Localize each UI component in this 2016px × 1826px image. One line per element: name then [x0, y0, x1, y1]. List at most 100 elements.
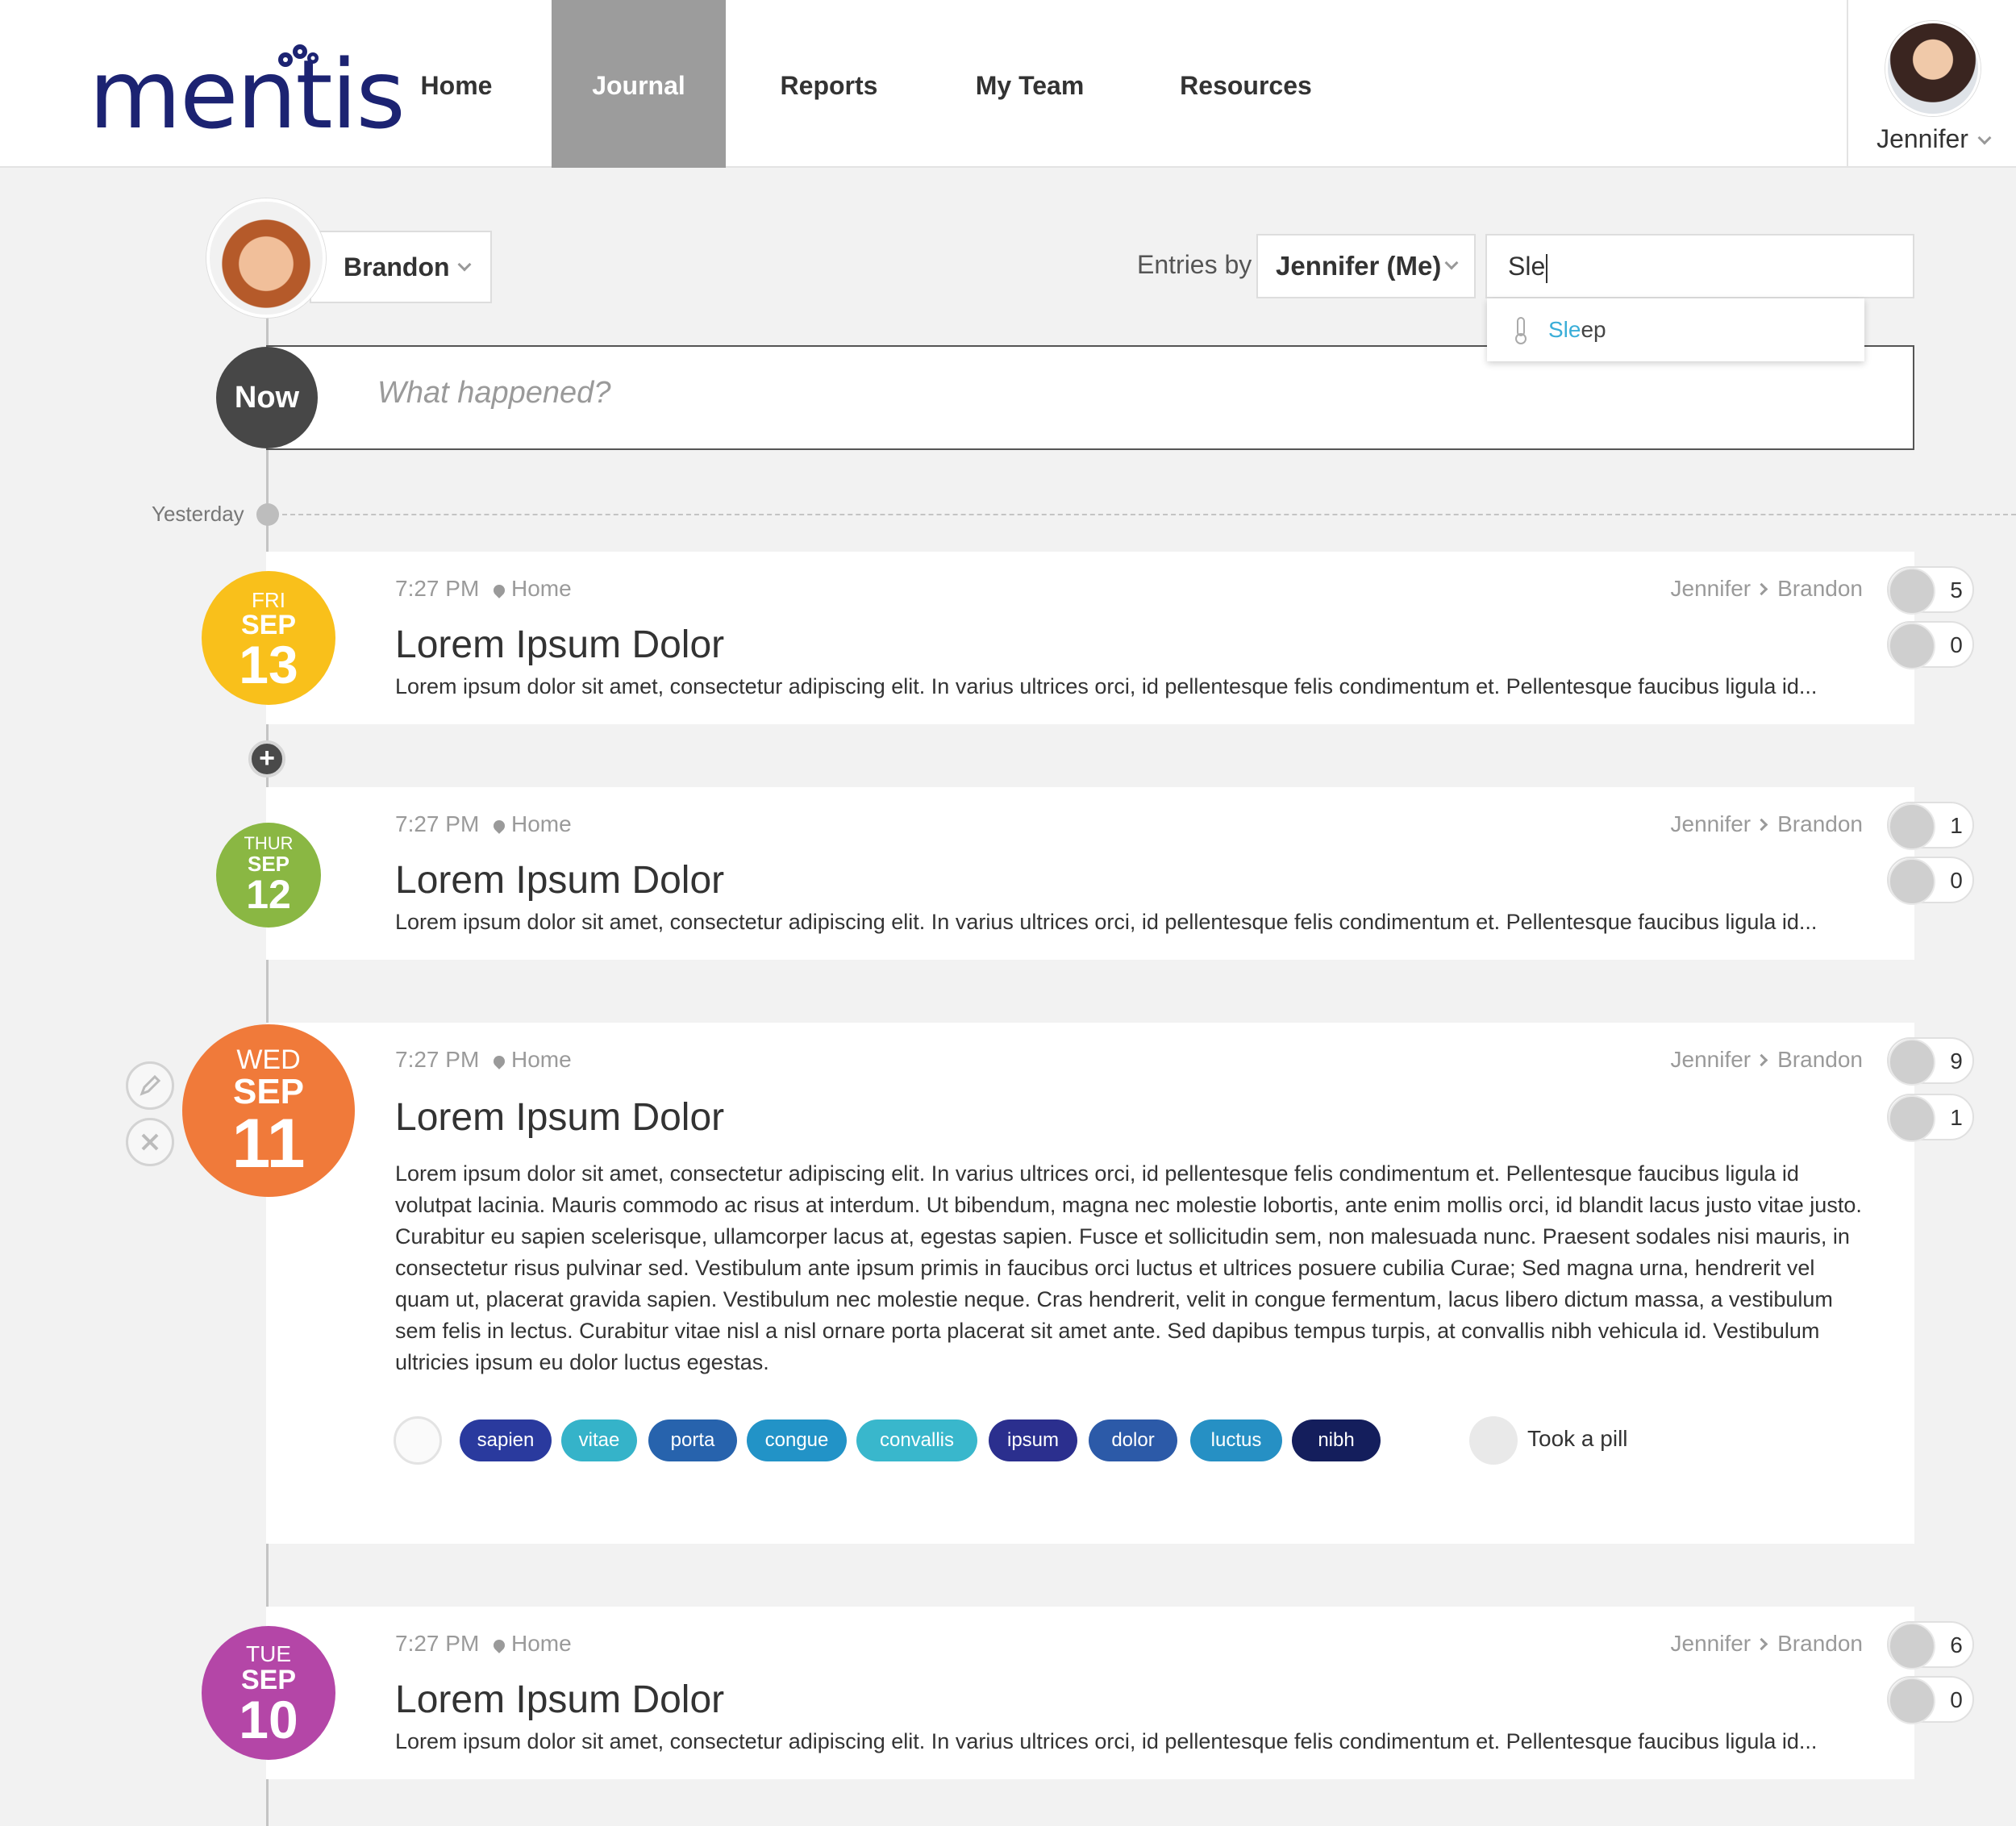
symptom-count: 5	[1950, 577, 1963, 602]
nav-resources[interactable]: Resources	[1161, 0, 1331, 168]
entry-path: Jennifer Brandon	[1671, 576, 1864, 602]
entry-time: 7:27 PM	[395, 1631, 480, 1656]
now-marker: Now	[216, 347, 318, 448]
action-label: Took a pill	[1527, 1426, 1628, 1451]
entry-from: Jennifer	[1670, 1047, 1752, 1072]
pill-icon	[1889, 623, 1935, 669]
suggestion-match: Sle	[1548, 317, 1581, 342]
search-input[interactable]: Sle	[1485, 234, 1914, 298]
add-entry-button[interactable]: +	[248, 740, 285, 778]
entry-location-text: Home	[511, 811, 572, 836]
date-dow: TUE	[246, 1641, 291, 1666]
entry-to: Brandon	[1777, 576, 1863, 601]
thermometer-icon	[1889, 568, 1935, 615]
child-avatar	[206, 198, 326, 318]
entry-path: Jennifer Brandon	[1671, 811, 1864, 837]
date-marker: THUR SEP 12	[216, 823, 321, 928]
pill-icon	[1889, 1095, 1935, 1142]
date-marker: FRI SEP 13	[202, 571, 335, 705]
location-pin-icon	[491, 818, 507, 834]
edit-button[interactable]	[126, 1061, 174, 1110]
text-cursor	[1546, 253, 1548, 283]
entry-location-text: Home	[511, 1631, 572, 1656]
tag-label: dolor	[1111, 1429, 1155, 1451]
child-name: Brandon	[344, 252, 450, 281]
pill-count-badge[interactable]: 0	[1887, 621, 1974, 669]
tag-luctus[interactable]: luctus	[1190, 1420, 1282, 1461]
tag-dolor[interactable]: dolor	[1089, 1420, 1177, 1461]
nav-my-team[interactable]: My Team	[956, 0, 1103, 168]
chevron-right-icon	[1755, 1053, 1768, 1067]
user-menu[interactable]: Jennifer	[1847, 0, 2016, 168]
tag-sapien[interactable]: sapien	[460, 1420, 552, 1461]
search-value: Sle	[1508, 252, 1546, 281]
tag-porta[interactable]: porta	[648, 1420, 737, 1461]
entry-title: Lorem Ipsum Dolor	[395, 1096, 725, 1139]
chevron-down-icon	[1977, 131, 1992, 145]
symptom-count-badge[interactable]: 1	[1887, 802, 1974, 850]
tag-ipsum[interactable]: ipsum	[989, 1420, 1077, 1461]
date-marker: WED SEP 11	[182, 1024, 355, 1197]
chevron-right-icon	[1755, 582, 1768, 596]
tag-label: sapien	[477, 1429, 535, 1451]
entry-location: Home	[491, 811, 572, 837]
symptom-count-badge[interactable]: 6	[1887, 1621, 1974, 1670]
suggestion-sleep[interactable]: Sleep	[1487, 298, 1864, 361]
entry-text: Lorem ipsum dolor sit amet, consectetur …	[395, 674, 1818, 698]
tag-vitae[interactable]: vitae	[561, 1420, 637, 1461]
chevron-right-icon	[1755, 1637, 1768, 1651]
entries-by-label: Entries by	[1137, 250, 1252, 279]
entries-by-select[interactable]: Jennifer (Me)	[1256, 234, 1476, 298]
journal-entry-expanded[interactable]: 7:27 PM Home Jennifer Brandon Lorem Ipsum…	[266, 1023, 1914, 1544]
tag-label: porta	[670, 1429, 715, 1451]
mentis-logo[interactable]: mentis	[89, 42, 406, 142]
tag-convallis[interactable]: convallis	[856, 1420, 977, 1461]
user-name-dropdown[interactable]: Jennifer	[1848, 124, 2016, 154]
date-dow: FRI	[252, 588, 285, 612]
nav-home[interactable]: Home	[392, 0, 521, 168]
journal-entry[interactable]: 7:27 PM Home Jennifer Brandon Lorem Ipsum…	[266, 787, 1914, 960]
symptom-count: 9	[1950, 1048, 1963, 1074]
tag-label: luctus	[1210, 1429, 1262, 1451]
nav-journal[interactable]: Journal	[552, 0, 726, 168]
journal-entry[interactable]: 7:27 PM Home Jennifer Brandon Lorem Ipsum…	[266, 1607, 1914, 1779]
symptom-count-badge[interactable]: 9	[1887, 1037, 1974, 1086]
date-dow: THUR	[244, 833, 294, 853]
tag-congue[interactable]: congue	[747, 1420, 847, 1461]
entry-location: Home	[491, 1631, 572, 1657]
entry-time: 7:27 PM	[395, 576, 480, 601]
journal-entry[interactable]: 7:27 PM Home Jennifer Brandon Lorem Ipsum…	[266, 552, 1914, 724]
thermometer-icon	[1889, 1623, 1935, 1670]
thermometer-icon	[394, 1416, 442, 1465]
nav-reports[interactable]: Reports	[764, 0, 893, 168]
entry-time: 7:27 PM	[395, 1047, 480, 1072]
tag-label: convallis	[879, 1429, 955, 1451]
suggestion-rest: ep	[1581, 317, 1606, 342]
entry-to: Brandon	[1777, 811, 1863, 836]
location-pin-icon	[491, 1053, 507, 1069]
thermometer-icon	[1889, 1039, 1935, 1086]
tag-nibh[interactable]: nibh	[1292, 1420, 1381, 1461]
symptom-count: 6	[1950, 1632, 1963, 1657]
tag-label: vitae	[578, 1429, 620, 1451]
delete-button[interactable]	[126, 1118, 174, 1166]
entry-to: Brandon	[1777, 1631, 1863, 1656]
close-icon	[141, 1133, 159, 1151]
yesterday-label: Yesterday	[152, 502, 244, 526]
entry-location-text: Home	[511, 576, 572, 601]
pill-count-badge[interactable]: 0	[1887, 857, 1974, 905]
pill-count: 0	[1950, 632, 1963, 657]
pill-count-badge[interactable]: 1	[1887, 1094, 1974, 1142]
child-select[interactable]: Brandon	[310, 231, 492, 303]
pill-count-badge[interactable]: 0	[1887, 1676, 1974, 1724]
pencil-icon	[140, 1074, 161, 1096]
yesterday-divider	[282, 514, 2016, 515]
tag-label: nibh	[1318, 1429, 1355, 1451]
entry-title: Lorem Ipsum Dolor	[395, 623, 725, 666]
chevron-down-icon	[457, 257, 472, 272]
entry-from: Jennifer	[1670, 1631, 1752, 1656]
symptom-count-badge[interactable]: 5	[1887, 566, 1974, 615]
tag-label: ipsum	[1006, 1429, 1060, 1451]
chevron-right-icon	[1755, 818, 1768, 832]
date-day: 12	[246, 872, 291, 917]
